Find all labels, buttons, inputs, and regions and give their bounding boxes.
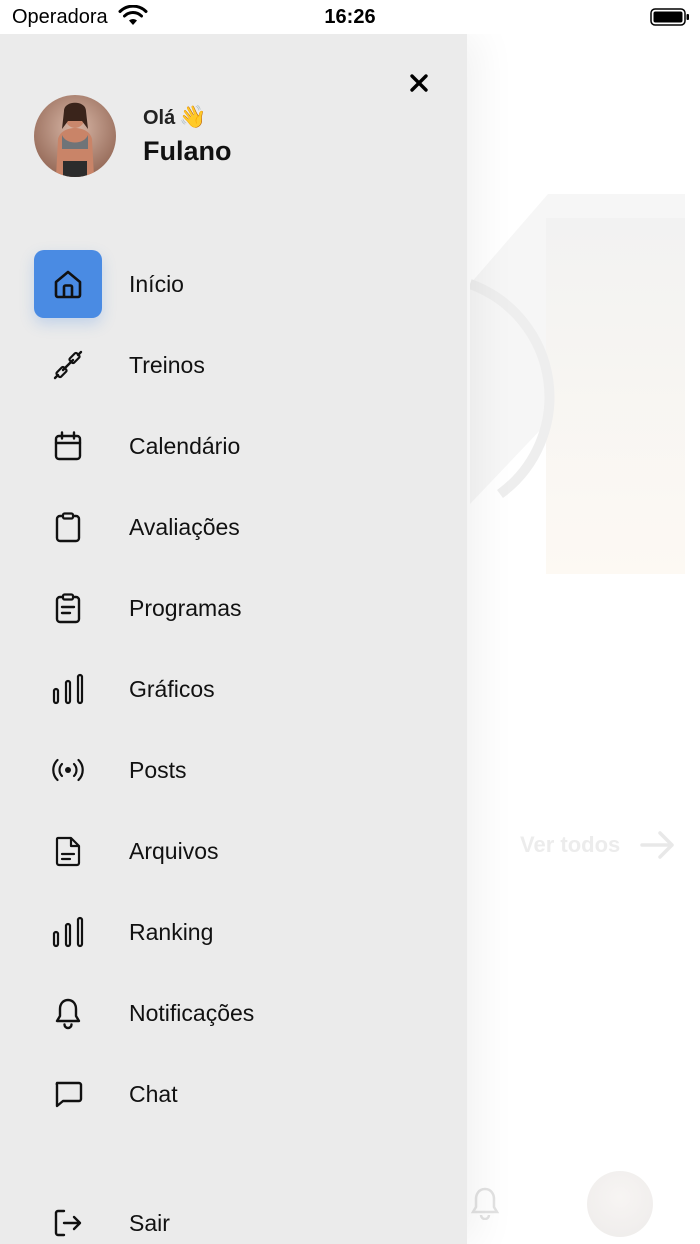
menu-item-label: Calendário [129,433,241,459]
broadcast-icon [52,758,84,782]
file-icon [55,836,81,867]
menu-item-label: Programas [129,595,242,621]
clipboard-list-icon [55,593,81,624]
greeting: Olá 👋 [143,104,207,130]
menu-item-icon-container [34,1189,102,1244]
status-bar: Operadora 16:26 [0,0,700,34]
waving-hand-icon: 👋 [179,104,207,129]
bar-chart-icon [52,916,84,948]
user-name: Fulano [143,136,232,166]
menu-item-icon-container [34,574,102,642]
menu-item-label: Gráficos [129,676,215,702]
background-bell-icon [470,1187,500,1220]
profile-photo [34,95,116,177]
clipboard-icon [55,512,81,543]
close-button[interactable] [402,66,436,100]
menu-item-label: Avaliações [129,514,240,540]
menu-item-avaliacoes[interactable]: Avaliações [0,493,467,561]
menu-item-label: Ranking [129,919,214,945]
logout-label: Sair [129,1210,170,1236]
dumbbell-icon [53,350,83,380]
menu-item-icon-container [34,412,102,480]
menu-item-label: Chat [129,1081,178,1107]
menu-item-icon-container [34,331,102,399]
menu-item-programas[interactable]: Programas [0,574,467,642]
calendar-icon [54,431,82,461]
menu-item-icon-container [34,736,102,804]
background-banner-image [470,194,685,574]
bar-chart-icon [52,673,84,705]
greeting-text: Olá [143,107,176,129]
menu-item-icon-container [34,979,102,1047]
arrow-right-icon [640,831,674,859]
menu-item-label: Início [129,271,184,297]
side-drawer: Olá 👋 Fulano Início Treinos Calendário A… [0,34,467,1244]
close-icon [410,74,428,92]
menu-item-icon-container [34,493,102,561]
see-all-link: Ver todos [520,832,621,857]
menu-item-icon-container [34,817,102,885]
menu-item-label: Posts [129,757,187,783]
bell-icon [55,998,81,1030]
menu-item-ranking[interactable]: Ranking [0,898,467,966]
menu-item-chat[interactable]: Chat [0,1060,467,1128]
battery-icon [650,8,689,26]
menu-item-graficos[interactable]: Gráficos [0,655,467,723]
menu-item-label: Treinos [129,352,205,378]
menu-item-treinos[interactable]: Treinos [0,331,467,399]
menu-item-calendario[interactable]: Calendário [0,412,467,480]
chat-icon [55,1081,83,1108]
menu-item-icon-container [34,1060,102,1128]
menu-item-notificacoes[interactable]: Notificações [0,979,467,1047]
menu-item-icon-container [34,655,102,723]
menu-item-label: Notificações [129,1000,255,1026]
menu-item-arquivos[interactable]: Arquivos [0,817,467,885]
menu-item-icon-container [34,250,102,318]
logout-button[interactable]: Sair [0,1189,467,1244]
avatar[interactable] [34,95,116,177]
menu-item-posts[interactable]: Posts [0,736,467,804]
menu-item-icon-container [34,898,102,966]
logout-icon [54,1209,82,1237]
home-icon [54,270,82,299]
background-avatar [587,1171,653,1237]
clock: 16:26 [324,6,376,28]
menu-item-label: Arquivos [129,838,219,864]
menu-item-inicio[interactable]: Início [0,250,467,318]
